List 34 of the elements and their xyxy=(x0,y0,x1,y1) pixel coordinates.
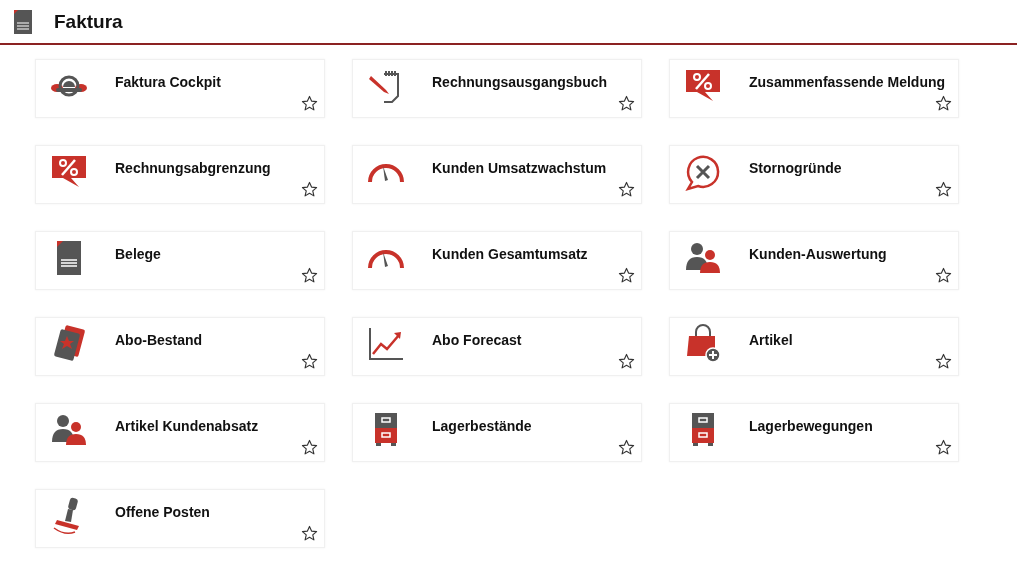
app-tile[interactable]: Kunden Umsatzwachstum xyxy=(352,145,642,204)
app-tile[interactable]: Kunden-Auswertung xyxy=(669,231,959,290)
star-icon[interactable] xyxy=(301,95,318,112)
app-tile[interactable]: Abo-Bestand xyxy=(35,317,325,376)
page-title: Faktura xyxy=(54,10,123,33)
star-icon[interactable] xyxy=(935,353,952,370)
app-tile[interactable]: Kunden Gesamtumsatz xyxy=(352,231,642,290)
app-tile[interactable]: Artikel xyxy=(669,317,959,376)
app-tile[interactable]: Lagerbewegungen xyxy=(669,403,959,462)
star-icon[interactable] xyxy=(935,95,952,112)
app-tile[interactable]: Abo Forecast xyxy=(352,317,642,376)
star-icon[interactable] xyxy=(301,267,318,284)
star-icon[interactable] xyxy=(618,181,635,198)
star-icon[interactable] xyxy=(618,95,635,112)
app-tile[interactable]: Rechnungsabgrenzung xyxy=(35,145,325,204)
star-icon[interactable] xyxy=(301,181,318,198)
star-icon[interactable] xyxy=(301,525,318,542)
star-icon[interactable] xyxy=(301,353,318,370)
app-tile[interactable]: Belege xyxy=(35,231,325,290)
app-tile[interactable]: Offene Posten xyxy=(35,489,325,548)
app-tile[interactable]: Faktura Cockpit xyxy=(35,59,325,118)
star-icon[interactable] xyxy=(618,439,635,456)
app-tile[interactable]: Artikel Kundenabsatz xyxy=(35,403,325,462)
star-icon[interactable] xyxy=(935,181,952,198)
star-icon[interactable] xyxy=(618,267,635,284)
star-icon[interactable] xyxy=(935,439,952,456)
app-tile[interactable]: Lagerbestände xyxy=(352,403,642,462)
star-icon[interactable] xyxy=(618,353,635,370)
app-tile[interactable]: Zusammenfassende Meldung xyxy=(669,59,959,118)
app-tile[interactable]: Rechnungsausgangsbuch xyxy=(352,59,642,118)
app-tile[interactable]: Stornogründe xyxy=(669,145,959,204)
document-icon xyxy=(12,8,34,35)
star-icon[interactable] xyxy=(935,267,952,284)
star-icon[interactable] xyxy=(301,439,318,456)
